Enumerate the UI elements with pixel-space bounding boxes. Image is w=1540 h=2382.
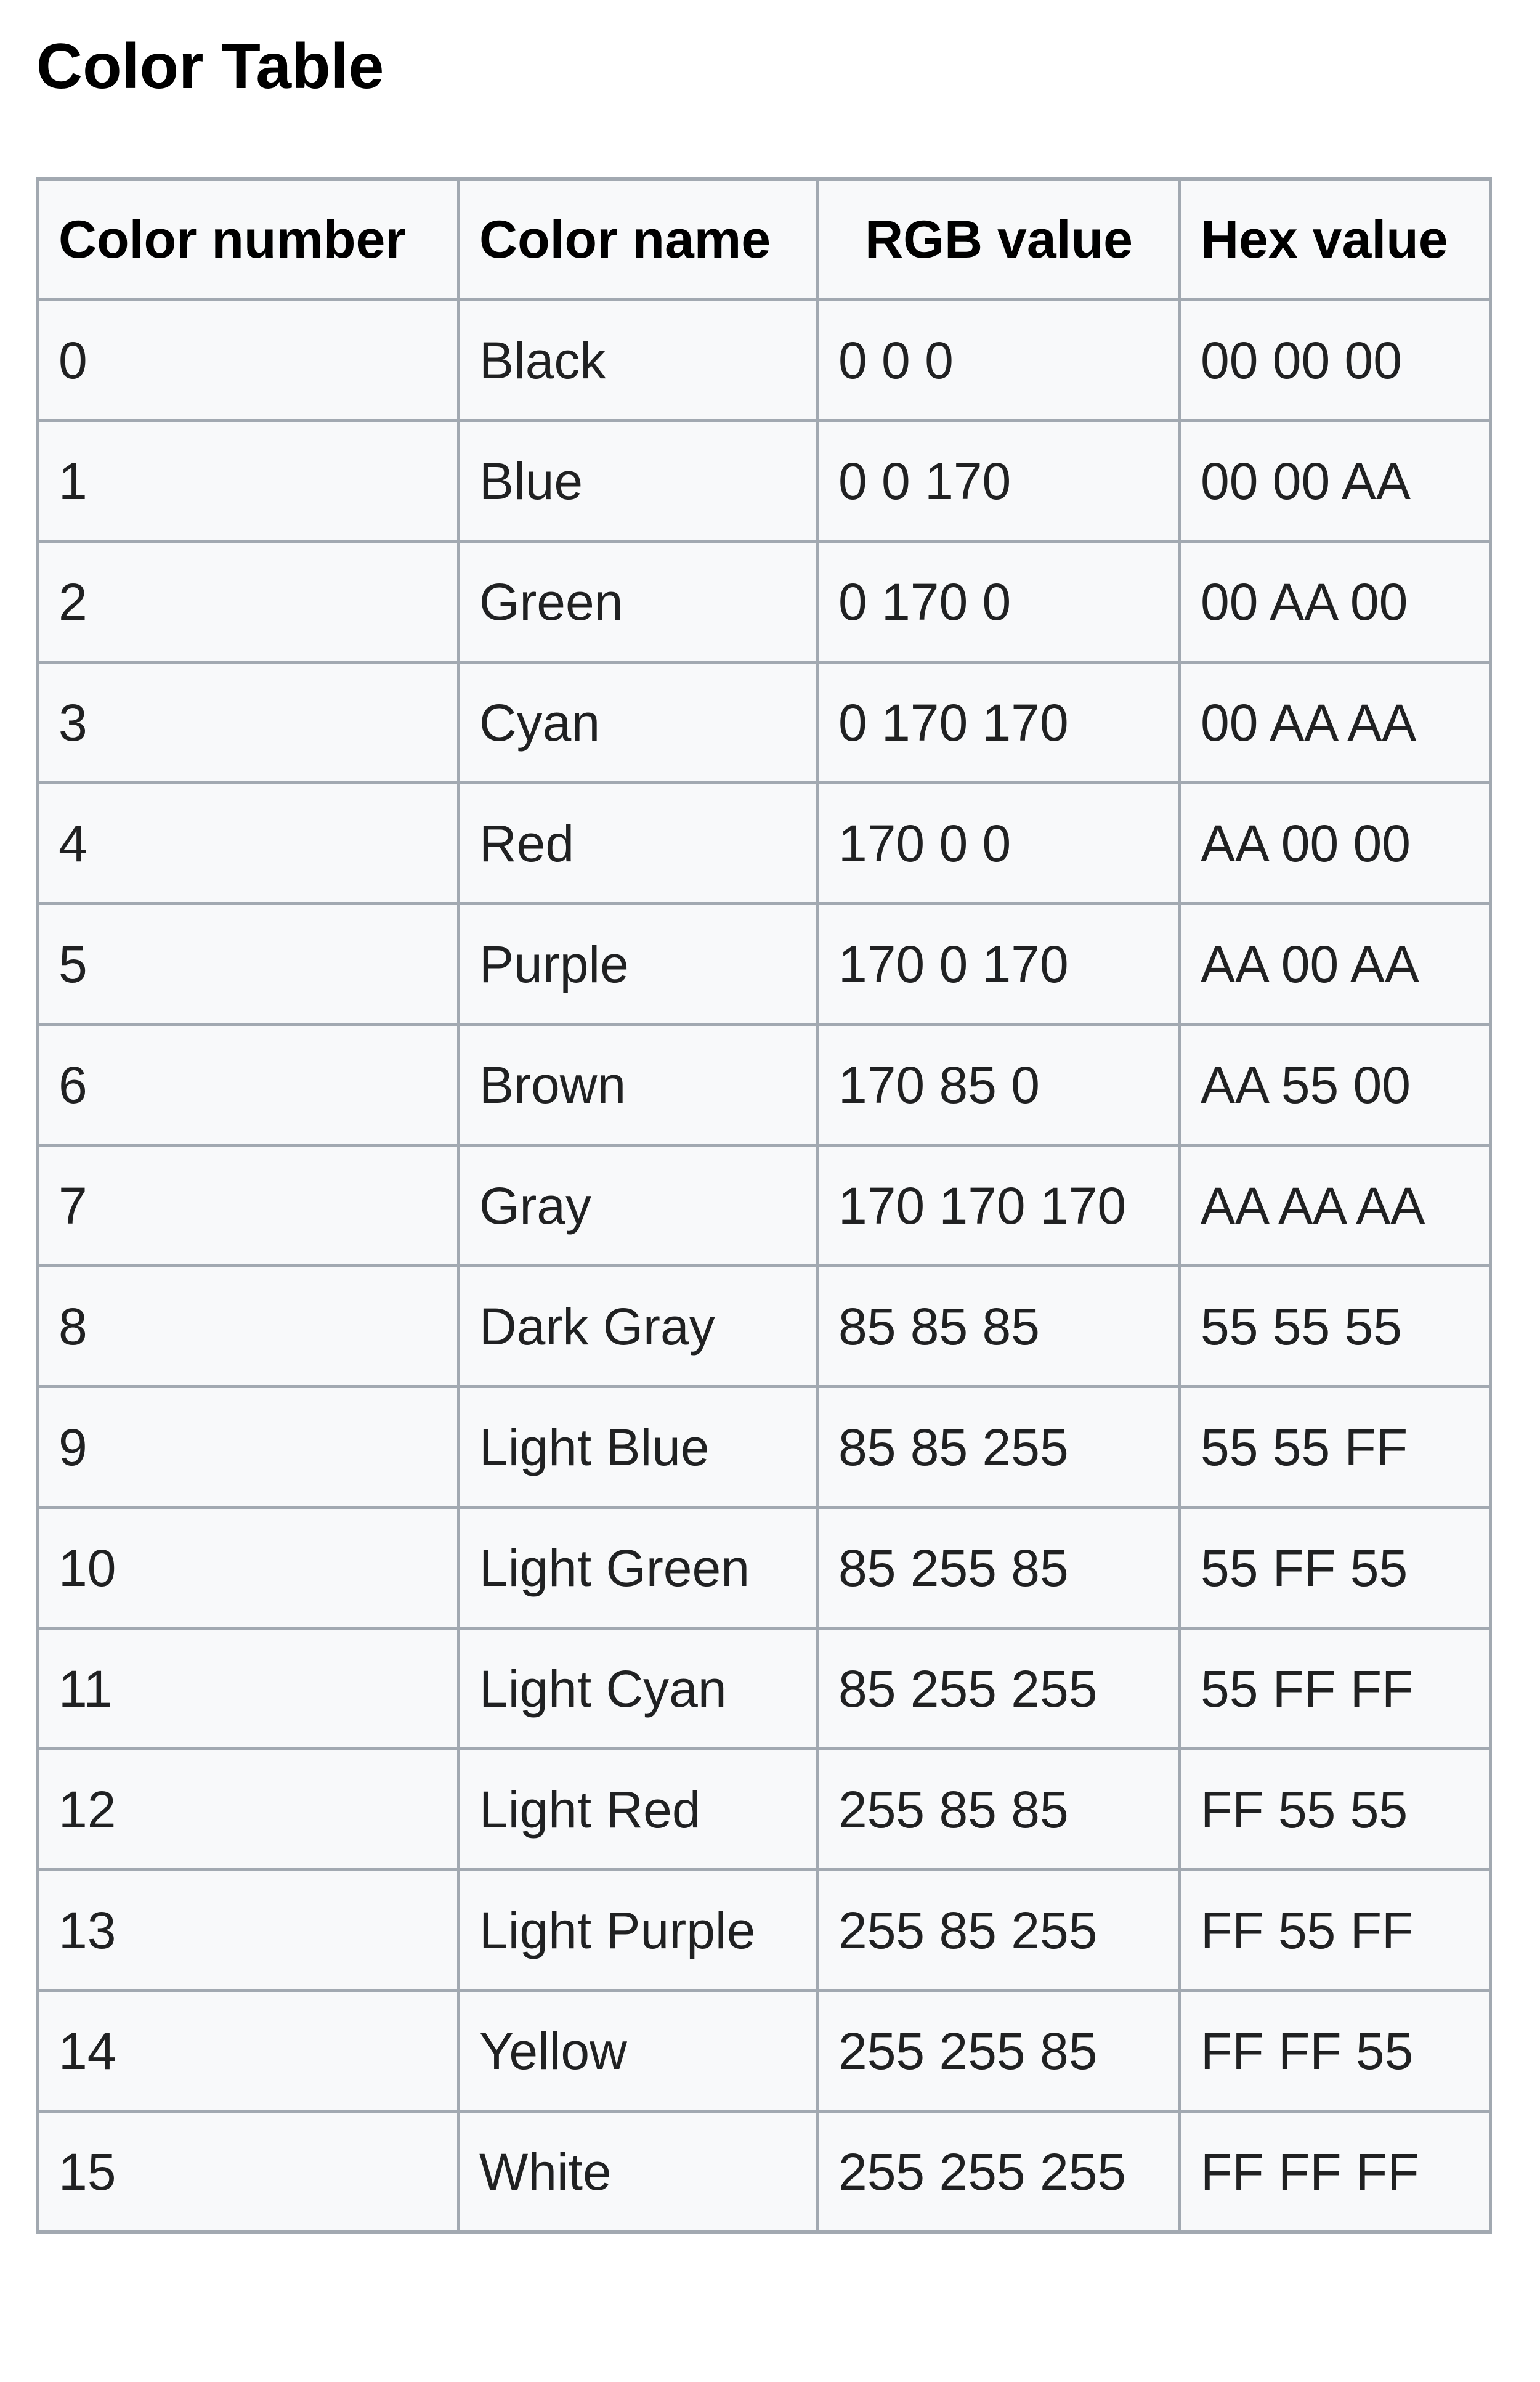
cell-color-number: 12 bbox=[36, 1747, 460, 1871]
table-row: 11 Light Cyan 85 255 255 55 FF FF bbox=[36, 1627, 1492, 1750]
cell-color-number: 8 bbox=[36, 1264, 460, 1388]
cell-color-number: 13 bbox=[36, 1868, 460, 1992]
cell-rgb-value: 255 255 85 bbox=[816, 1989, 1181, 2113]
cell-color-number: 9 bbox=[36, 1385, 460, 1509]
cell-color-name: Gray bbox=[457, 1144, 819, 1267]
cell-color-name: Blue bbox=[457, 419, 819, 543]
table-header-row: Color number Color name RGB value Hex va… bbox=[36, 177, 1492, 301]
section-heading: Color Table bbox=[36, 31, 384, 102]
table-row: 2 Green 0 170 0 00 AA 00 bbox=[36, 540, 1492, 664]
cell-color-name: Green bbox=[457, 540, 819, 664]
table-row: 14 Yellow 255 255 85 FF FF 55 bbox=[36, 1989, 1492, 2113]
cell-hex-value: AA 00 00 bbox=[1178, 781, 1492, 905]
header-rgb-value: RGB value bbox=[816, 177, 1181, 301]
cell-color-number: 15 bbox=[36, 2110, 460, 2234]
cell-hex-value: 55 FF FF bbox=[1178, 1627, 1492, 1750]
cell-color-number: 5 bbox=[36, 902, 460, 1026]
page: Color Table Color number Color name RGB … bbox=[0, 0, 1540, 2382]
cell-rgb-value: 0 170 0 bbox=[816, 540, 1181, 664]
cell-color-number: 2 bbox=[36, 540, 460, 664]
cell-color-name: Cyan bbox=[457, 661, 819, 784]
cell-rgb-value: 170 170 170 bbox=[816, 1144, 1181, 1267]
cell-color-name: Light Purple bbox=[457, 1868, 819, 1992]
cell-color-number: 11 bbox=[36, 1627, 460, 1750]
cell-hex-value: AA 00 AA bbox=[1178, 902, 1492, 1026]
cell-rgb-value: 170 85 0 bbox=[816, 1023, 1181, 1147]
cell-color-name: Light Red bbox=[457, 1747, 819, 1871]
cell-hex-value: FF FF FF bbox=[1178, 2110, 1492, 2234]
cell-hex-value: 55 55 55 bbox=[1178, 1264, 1492, 1388]
cell-color-name: Dark Gray bbox=[457, 1264, 819, 1388]
cell-hex-value: FF 55 FF bbox=[1178, 1868, 1492, 1992]
table-row: 15 White 255 255 255 FF FF FF bbox=[36, 2110, 1492, 2234]
cell-color-number: 0 bbox=[36, 298, 460, 422]
header-color-name: Color name bbox=[457, 177, 819, 301]
cell-color-number: 1 bbox=[36, 419, 460, 543]
cell-color-name: Light Blue bbox=[457, 1385, 819, 1509]
table-row: 5 Purple 170 0 170 AA 00 AA bbox=[36, 902, 1492, 1026]
cell-color-number: 10 bbox=[36, 1506, 460, 1630]
table-row: 13 Light Purple 255 85 255 FF 55 FF bbox=[36, 1868, 1492, 1992]
cell-hex-value: 55 55 FF bbox=[1178, 1385, 1492, 1509]
cell-hex-value: 00 AA AA bbox=[1178, 661, 1492, 784]
cell-hex-value: FF FF 55 bbox=[1178, 1989, 1492, 2113]
cell-color-name: Black bbox=[457, 298, 819, 422]
cell-rgb-value: 255 85 255 bbox=[816, 1868, 1181, 1992]
cell-color-number: 4 bbox=[36, 781, 460, 905]
table-row: 3 Cyan 0 170 170 00 AA AA bbox=[36, 661, 1492, 784]
table-row: 8 Dark Gray 85 85 85 55 55 55 bbox=[36, 1264, 1492, 1388]
cell-rgb-value: 0 0 170 bbox=[816, 419, 1181, 543]
cell-rgb-value: 0 0 0 bbox=[816, 298, 1181, 422]
cell-color-name: Brown bbox=[457, 1023, 819, 1147]
cell-rgb-value: 255 85 85 bbox=[816, 1747, 1181, 1871]
table-row: 7 Gray 170 170 170 AA AA AA bbox=[36, 1144, 1492, 1267]
cell-color-name: White bbox=[457, 2110, 819, 2234]
header-color-number: Color number bbox=[36, 177, 460, 301]
cell-hex-value: AA 55 00 bbox=[1178, 1023, 1492, 1147]
cell-color-name: Light Cyan bbox=[457, 1627, 819, 1750]
cell-rgb-value: 0 170 170 bbox=[816, 661, 1181, 784]
cell-color-name: Light Green bbox=[457, 1506, 819, 1630]
cell-rgb-value: 85 255 85 bbox=[816, 1506, 1181, 1630]
cell-hex-value: 00 00 00 bbox=[1178, 298, 1492, 422]
cell-hex-value: 00 AA 00 bbox=[1178, 540, 1492, 664]
table-row: 1 Blue 0 0 170 00 00 AA bbox=[36, 419, 1492, 543]
cell-color-name: Yellow bbox=[457, 1989, 819, 2113]
cell-hex-value: AA AA AA bbox=[1178, 1144, 1492, 1267]
table-row: 4 Red 170 0 0 AA 00 00 bbox=[36, 781, 1492, 905]
cell-color-number: 6 bbox=[36, 1023, 460, 1147]
cell-color-number: 14 bbox=[36, 1989, 460, 2113]
cell-rgb-value: 85 85 255 bbox=[816, 1385, 1181, 1509]
cell-hex-value: FF 55 55 bbox=[1178, 1747, 1492, 1871]
cell-rgb-value: 255 255 255 bbox=[816, 2110, 1181, 2234]
cell-color-name: Purple bbox=[457, 902, 819, 1026]
table-row: 12 Light Red 255 85 85 FF 55 55 bbox=[36, 1747, 1492, 1871]
table-row: 0 Black 0 0 0 00 00 00 bbox=[36, 298, 1492, 422]
cell-hex-value: 00 00 AA bbox=[1178, 419, 1492, 543]
cell-rgb-value: 170 0 0 bbox=[816, 781, 1181, 905]
cell-color-number: 3 bbox=[36, 661, 460, 784]
cell-rgb-value: 85 255 255 bbox=[816, 1627, 1181, 1750]
color-table: Color number Color name RGB value Hex va… bbox=[36, 177, 1492, 2234]
header-hex-value: Hex value bbox=[1178, 177, 1492, 301]
cell-rgb-value: 85 85 85 bbox=[816, 1264, 1181, 1388]
cell-rgb-value: 170 0 170 bbox=[816, 902, 1181, 1026]
table-row: 9 Light Blue 85 85 255 55 55 FF bbox=[36, 1385, 1492, 1509]
cell-hex-value: 55 FF 55 bbox=[1178, 1506, 1492, 1630]
cell-color-number: 7 bbox=[36, 1144, 460, 1267]
cell-color-name: Red bbox=[457, 781, 819, 905]
table-row: 10 Light Green 85 255 85 55 FF 55 bbox=[36, 1506, 1492, 1630]
table-row: 6 Brown 170 85 0 AA 55 00 bbox=[36, 1023, 1492, 1147]
